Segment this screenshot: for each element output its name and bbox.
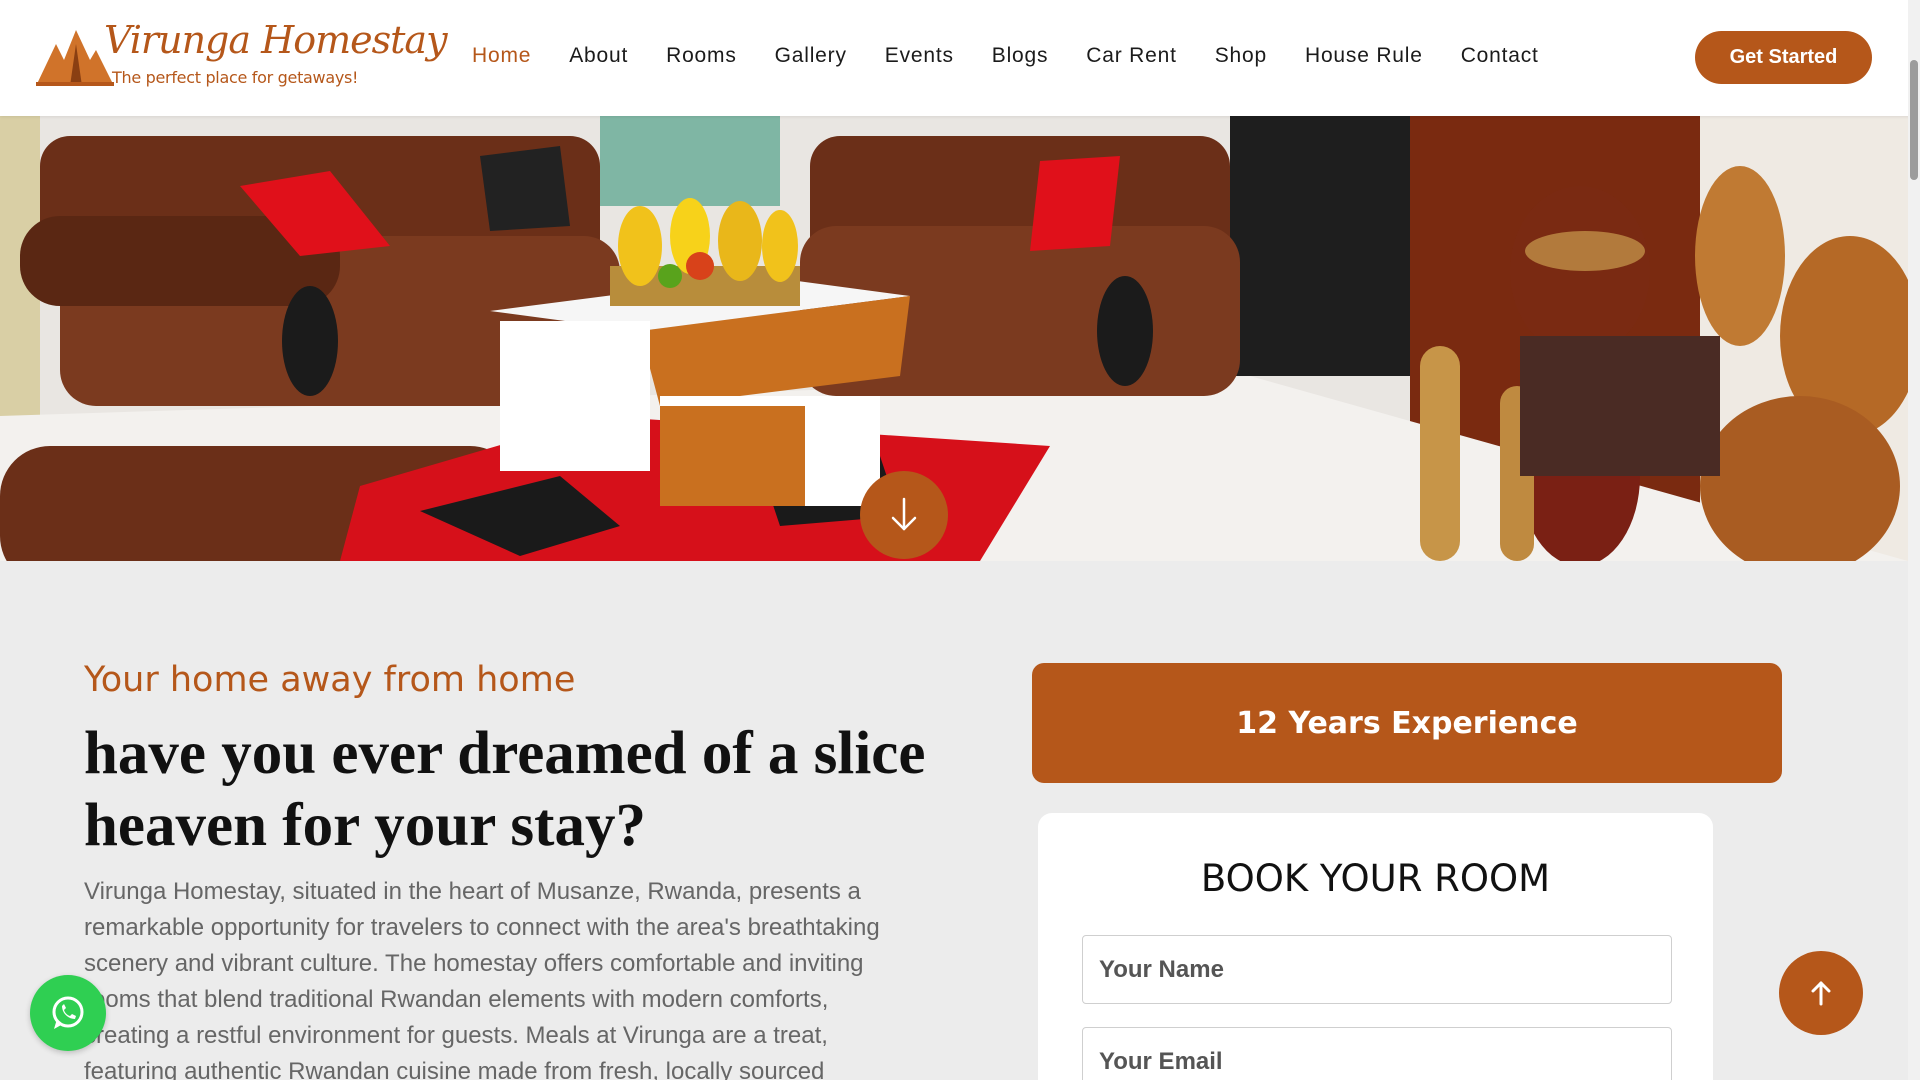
email-field[interactable] (1082, 1027, 1672, 1080)
back-to-top-button[interactable] (1779, 951, 1863, 1035)
brand-tagline: The perfect place for getaways! (112, 68, 359, 87)
arrow-down-icon (891, 497, 917, 531)
site-header: Virunga Homestay The perfect place for g… (0, 0, 1920, 116)
living-room-illustration (0, 116, 1908, 561)
nav-events[interactable]: Events (885, 44, 954, 68)
scroll-down-button[interactable] (860, 471, 948, 559)
nav-home[interactable]: Home (472, 44, 531, 68)
booking-title: BOOK YOUR ROOM (1200, 857, 1551, 900)
booking-card: BOOK YOUR ROOM (1038, 813, 1713, 1080)
arrow-up-icon (1811, 981, 1831, 1006)
nav-house-rule[interactable]: House Rule (1305, 44, 1423, 68)
experience-banner: 12 Years Experience (1032, 663, 1782, 783)
whatsapp-icon (52, 996, 84, 1029)
nav-rooms[interactable]: Rooms (666, 44, 737, 68)
whatsapp-button[interactable] (30, 975, 106, 1051)
name-field[interactable] (1082, 935, 1672, 1004)
nav-shop[interactable]: Shop (1215, 44, 1267, 68)
intro-headline: have you ever dreamed of a slice heaven … (84, 720, 926, 859)
main-nav: Home About Rooms Gallery Events Blogs Ca… (472, 44, 1577, 68)
nav-blogs[interactable]: Blogs (992, 44, 1049, 68)
brand-name: Virunga Homestay (104, 18, 448, 62)
intro-eyebrow: Your home away from home (84, 660, 576, 700)
site-logo[interactable]: Virunga Homestay The perfect place for g… (36, 18, 448, 98)
experience-label: 12 Years Experience (1236, 705, 1578, 741)
scrollbar-thumb[interactable] (1910, 60, 1918, 180)
get-started-button[interactable]: Get Started (1695, 31, 1872, 84)
hero-image (0, 116, 1908, 561)
nav-car-rent[interactable]: Car Rent (1086, 44, 1176, 68)
intro-paragraph: Virunga Homestay, situated in the heart … (84, 878, 880, 1080)
nav-contact[interactable]: Contact (1461, 44, 1539, 68)
page-scrollbar[interactable] (1908, 0, 1920, 1080)
nav-about[interactable]: About (569, 44, 628, 68)
mountain-logo-icon (36, 30, 114, 86)
nav-gallery[interactable]: Gallery (775, 44, 847, 68)
